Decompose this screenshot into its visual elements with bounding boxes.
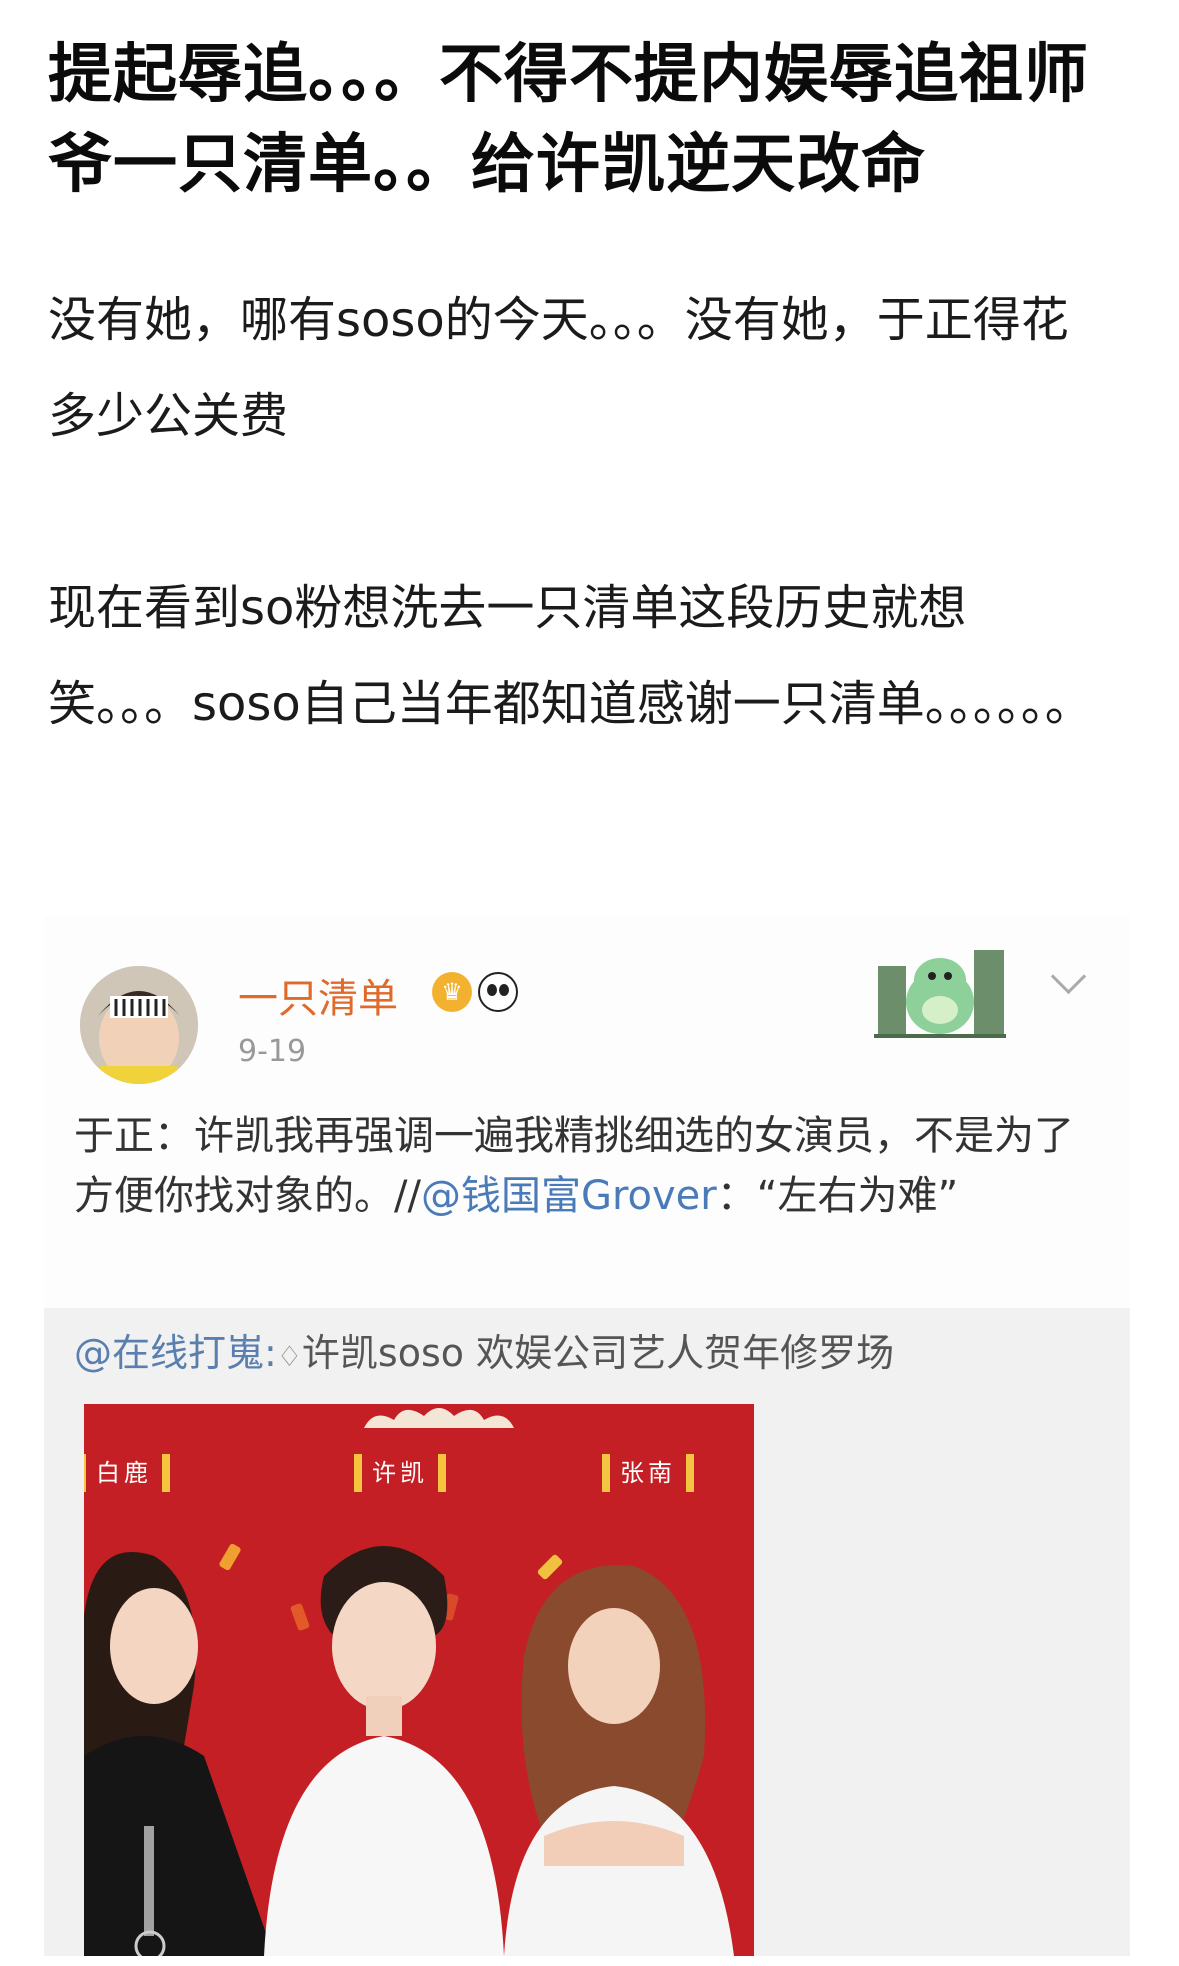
repost-mention-link[interactable]: @在线打嵬: — [74, 1331, 277, 1375]
cloud-icon — [364, 1408, 514, 1428]
poster-image: 白鹿 许凯 张南 — [84, 1404, 754, 1956]
person-center — [264, 1546, 504, 1956]
post: 提起辱追。。。不得不提内娱辱追祖师爷一只清单。。给许凯逆天改命 没有她，哪有so… — [0, 0, 1179, 1966]
weibo-text: 于正：许凯我再强调一遍我精挑细选的女演员，不是为了方便你找对象的。//@钱国富G… — [74, 1106, 1074, 1226]
panda-icon — [478, 972, 518, 1012]
repost-block[interactable]: @在线打嵬:♢许凯soso 欢娱公司艺人贺年修罗场 白鹿 许凯 张南 — [44, 1308, 1130, 1956]
name-tag: 张南 — [602, 1450, 694, 1496]
post-paragraph: 现在看到so粉想洗去一只清单这段历史就想笑。。。soso自己当年都知道感谢一只清… — [48, 580, 1093, 732]
post-title: 提起辱追。。。不得不提内娱辱追祖师爷一只清单。。给许凯逆天改命 — [48, 38, 1089, 202]
username[interactable]: 一只清单 — [238, 966, 398, 1024]
diamond-icon: ♢ — [276, 1340, 302, 1373]
mention-link[interactable]: @钱国富Grover — [421, 1173, 717, 1219]
chevron-down-icon[interactable] — [1050, 958, 1087, 995]
person-right — [504, 1565, 734, 1956]
avatar[interactable] — [80, 966, 198, 1084]
weibo-text-suffix: ：“左右为难” — [716, 1173, 959, 1219]
embedded-weibo-screenshot[interactable]: 一只清单 ♛ 9-19 于正：许凯我再强调一遍我精挑细选的女演员，不是为了方便你… — [44, 916, 1130, 1956]
dinosaur-sticker-icon — [874, 950, 1006, 1038]
post-date: 9-19 — [238, 1034, 307, 1069]
repost-body: 许凯soso 欢娱公司艺人贺年修罗场 — [301, 1331, 895, 1375]
name-tag: 许凯 — [354, 1450, 446, 1496]
post-paragraph: 没有她，哪有soso的今天。。。没有她，于正得花多少公关费 — [48, 292, 1069, 444]
name-tag: 白鹿 — [84, 1450, 170, 1496]
repost-text: @在线打嵬:♢许凯soso 欢娱公司艺人贺年修罗场 — [74, 1322, 894, 1377]
crown-icon: ♛ — [432, 972, 472, 1012]
badges: ♛ — [432, 972, 518, 1012]
